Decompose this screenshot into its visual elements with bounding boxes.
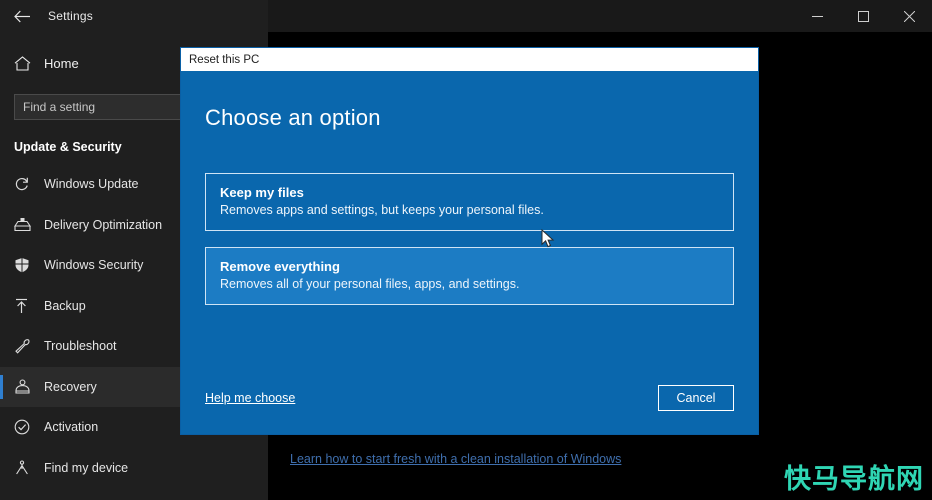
sidebar-item-label: Recovery — [44, 379, 97, 394]
sidebar-item-home-label: Home — [44, 55, 79, 71]
recovery-icon — [14, 377, 40, 397]
window-titlebar: Settings — [0, 0, 932, 32]
option-title: Remove everything — [220, 259, 340, 274]
option-description: Removes all of your personal files, apps… — [220, 277, 520, 291]
sidebar-item-find-my-device[interactable]: Find my device — [0, 448, 268, 489]
settings-window: Settings Home Find a setting Update & Se… — [0, 0, 932, 500]
dialog-titlebar: Reset this PC — [181, 48, 758, 71]
upload-arrow-icon — [14, 296, 40, 316]
sidebar-item-label: Activation — [44, 420, 99, 435]
dialog-body: Choose an option Keep my files Removes a… — [181, 71, 758, 434]
sync-icon — [14, 174, 40, 194]
sidebar-item-label: Find my device — [44, 460, 129, 475]
option-remove-everything[interactable]: Remove everything Removes all of your pe… — [205, 247, 734, 305]
learn-clean-install-link[interactable]: Learn how to start fresh with a clean in… — [290, 452, 621, 466]
titlebar-left-region: Settings — [0, 0, 268, 32]
cancel-button[interactable]: Cancel — [658, 385, 734, 411]
maximize-icon[interactable] — [840, 0, 886, 32]
window-title: Settings — [48, 9, 93, 23]
option-keep-my-files[interactable]: Keep my files Removes apps and settings,… — [205, 173, 734, 231]
window-controls — [794, 0, 932, 32]
delivery-box-icon — [14, 215, 40, 235]
sidebar-item-label: Delivery Optimization — [44, 217, 163, 232]
search-box[interactable] — [14, 94, 209, 120]
shield-icon — [14, 255, 40, 275]
find-device-icon — [14, 458, 40, 478]
watermark: 快马导航网 — [784, 464, 924, 495]
option-description: Removes apps and settings, but keeps you… — [220, 203, 544, 217]
sidebar-item-label: Backup — [44, 298, 86, 313]
sidebar-item-label: Troubleshoot — [44, 339, 117, 354]
sidebar-item-label: Windows Security — [44, 258, 144, 273]
option-title: Keep my files — [220, 185, 304, 200]
home-icon — [14, 55, 40, 71]
check-circle-icon — [14, 417, 40, 437]
minimize-icon[interactable] — [794, 0, 840, 32]
back-arrow-icon[interactable] — [0, 0, 44, 32]
sidebar-item-label: Windows Update — [44, 177, 139, 192]
dialog-title: Reset this PC — [189, 53, 260, 66]
wrench-icon — [14, 336, 40, 356]
dialog-footer: Help me choose Cancel — [205, 385, 734, 411]
dialog-heading: Choose an option — [205, 105, 381, 130]
help-me-choose-link[interactable]: Help me choose — [205, 391, 295, 405]
close-icon[interactable] — [886, 0, 932, 32]
reset-this-pc-dialog: Reset this PC Choose an option Keep my f… — [181, 48, 758, 434]
